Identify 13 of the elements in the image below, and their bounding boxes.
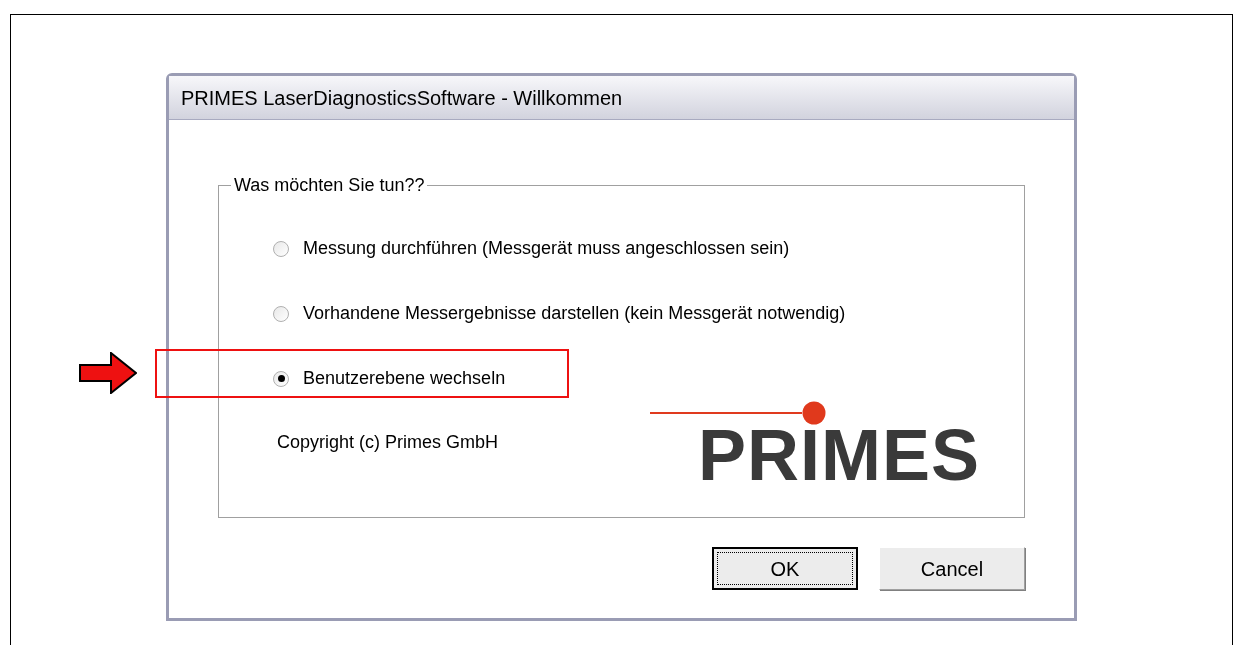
ok-button[interactable]: OK [712, 547, 858, 590]
cancel-button[interactable]: Cancel [879, 547, 1025, 590]
option-label: Messung durchführen (Messgerät muss angeschlossen sein) [303, 237, 790, 260]
radio-button[interactable] [273, 370, 289, 387]
option-label: Vorhandene Messergebnisse darstellen (kein Messgerät notwendig) [303, 302, 846, 325]
laser-beam-icon [650, 401, 826, 425]
window-title: PRIMES LaserDiagnosticsSoftware - Willkommen [181, 85, 623, 111]
primes-logo: PRIMES [650, 401, 980, 493]
arrow-icon [79, 352, 137, 394]
radio-button[interactable] [273, 305, 289, 322]
copyright-text: Copyright (c) Primes GmbH [277, 431, 499, 454]
radio-button[interactable] [273, 240, 289, 257]
option-label: Benutzerebene wechseln [303, 367, 506, 390]
